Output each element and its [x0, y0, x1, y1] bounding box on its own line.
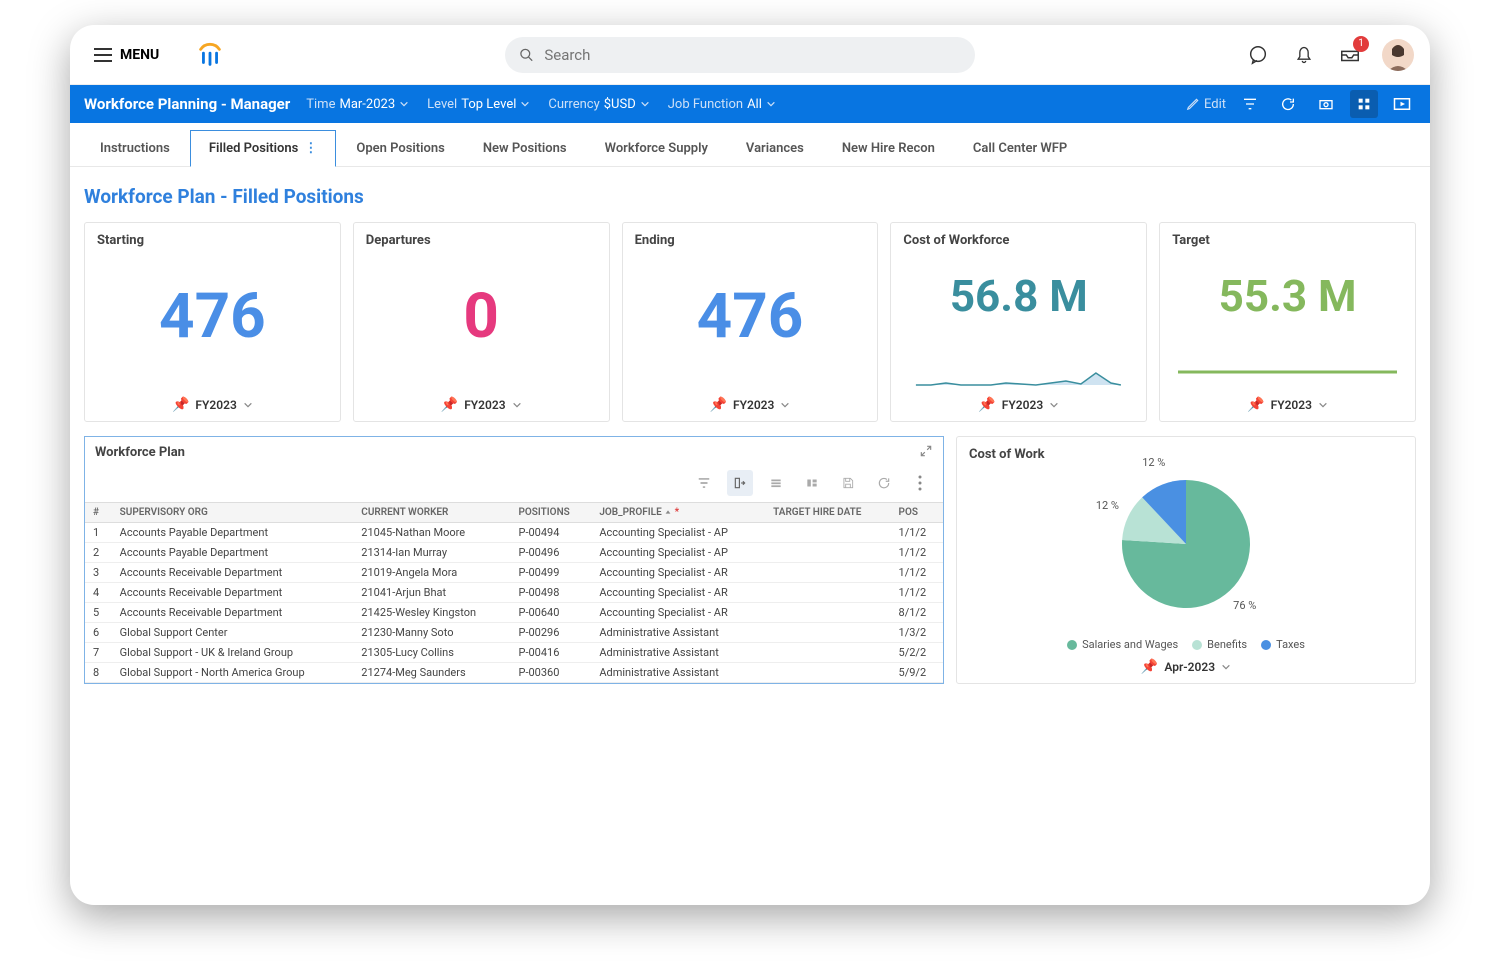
flatline — [1172, 361, 1403, 391]
col-pos[interactable]: POS — [891, 503, 943, 523]
tab-workforce-supply[interactable]: Workforce Supply — [587, 131, 726, 166]
kpi-ending: Ending476 📌 FY2023 — [622, 222, 879, 422]
section-title: Workforce Plan - Filled Positions — [70, 167, 1430, 212]
menu-button[interactable]: MENU — [86, 41, 167, 69]
tab-more-icon[interactable]: ⋮ — [304, 141, 317, 156]
col-target-hire-date[interactable]: TARGET HIRE DATE — [765, 503, 890, 523]
legend-item: Salaries and Wages — [1067, 638, 1178, 651]
filter-icon[interactable] — [1236, 90, 1264, 118]
filter-currency[interactable]: Currency$USD — [548, 97, 649, 112]
tab-filled-positions[interactable]: Filled Positions⋮ — [190, 130, 337, 167]
inbox-badge: 1 — [1353, 36, 1369, 52]
filter-job-function[interactable]: Job FunctionAll — [668, 97, 776, 112]
toolbar-more-icon[interactable] — [907, 470, 933, 496]
kpi-footer[interactable]: 📌 FY2023 — [903, 391, 1134, 415]
search-box[interactable] — [505, 37, 975, 73]
avatar[interactable] — [1382, 39, 1414, 71]
hamburger-icon — [94, 48, 112, 62]
pin-icon: 📌 — [710, 397, 727, 413]
table-row[interactable]: 1Accounts Payable Department21045-Nathan… — [85, 523, 943, 543]
pin-icon: 📌 — [441, 397, 458, 413]
col-positions[interactable]: POSITIONS — [511, 503, 592, 523]
chevron-down-icon — [520, 99, 530, 109]
chevron-down-icon — [640, 99, 650, 109]
table-row[interactable]: 3Accounts Receivable Department21019-Ang… — [85, 563, 943, 583]
notifications-icon[interactable] — [1290, 41, 1318, 69]
toolbar-save-icon[interactable] — [835, 470, 861, 496]
toolbar-columns-icon[interactable] — [763, 470, 789, 496]
table-row[interactable]: 6Global Support Center21230-Manny SotoP-… — [85, 623, 943, 643]
legend-item: Taxes — [1261, 638, 1305, 651]
tab-variances[interactable]: Variances — [728, 131, 822, 166]
kpi-cost-of-workforce: Cost of Workforce56.8 M 📌 FY2023 — [890, 222, 1147, 422]
chevron-down-icon — [1318, 400, 1328, 410]
pie-slice-label: 12 % — [1096, 499, 1119, 512]
menu-label: MENU — [120, 47, 159, 63]
grid-view-icon[interactable] — [1350, 90, 1378, 118]
pencil-icon — [1186, 97, 1200, 111]
refresh-icon[interactable] — [1274, 90, 1302, 118]
col--[interactable]: # — [85, 503, 112, 523]
kpi-footer[interactable]: 📌 FY2023 — [635, 391, 866, 415]
pie-title: Cost of Work — [969, 447, 1403, 462]
cost-of-work-card: Cost of Work 76 % 12 % 12 % Salaries and W… — [956, 436, 1416, 684]
toolbar-refresh-icon[interactable] — [871, 470, 897, 496]
table-row[interactable]: 7Global Support - UK & Ireland Group2130… — [85, 643, 943, 663]
sparkline — [903, 361, 1134, 391]
tab-new-positions[interactable]: New Positions — [465, 131, 585, 166]
workforce-plan-table[interactable]: #SUPERVISORY ORGCURRENT WORKERPOSITIONSJ… — [85, 502, 943, 683]
kpi-footer[interactable]: 📌 FY2023 — [1172, 391, 1403, 415]
chevron-down-icon — [780, 400, 790, 410]
chevron-down-icon[interactable] — [1221, 662, 1231, 672]
chat-icon[interactable] — [1244, 41, 1272, 69]
col-current-worker[interactable]: CURRENT WORKER — [353, 503, 510, 523]
pin-icon: 📌 — [1247, 397, 1264, 413]
expand-icon[interactable] — [919, 443, 933, 462]
edit-button[interactable]: Edit — [1186, 97, 1226, 112]
filter-level[interactable]: LevelTop Level — [427, 97, 530, 112]
tab-call-center-wfp[interactable]: Call Center WFP — [955, 131, 1085, 166]
table-row[interactable]: 4Accounts Receivable Department21041-Arj… — [85, 583, 943, 603]
tab-open-positions[interactable]: Open Positions — [338, 131, 463, 166]
pin-icon: 📌 — [978, 397, 995, 413]
pin-icon: 📌 — [172, 397, 189, 413]
pin-icon: 📌 — [1141, 659, 1158, 675]
pie-slice-label: 76 % — [1233, 599, 1256, 612]
screenshot-icon[interactable] — [1312, 90, 1340, 118]
chevron-down-icon — [1049, 400, 1059, 410]
kpi-footer[interactable]: 📌 FY2023 — [97, 391, 328, 415]
legend-item: Benefits — [1192, 638, 1247, 651]
search-icon — [519, 47, 534, 63]
chevron-down-icon — [243, 400, 253, 410]
col-supervisory-org[interactable]: SUPERVISORY ORG — [112, 503, 354, 523]
search-input[interactable] — [544, 46, 961, 64]
kpi-target: Target55.3 M 📌 FY2023 — [1159, 222, 1416, 422]
table-row[interactable]: 5Accounts Receivable Department21425-Wes… — [85, 603, 943, 623]
filter-time[interactable]: TimeMar-2023 — [306, 97, 409, 112]
page-title: Workforce Planning - Manager — [84, 95, 290, 113]
kpi-footer[interactable]: 📌 FY2023 — [366, 391, 597, 415]
workday-logo[interactable] — [195, 40, 225, 70]
inbox-icon[interactable]: 1 — [1336, 41, 1364, 69]
present-icon[interactable] — [1388, 90, 1416, 118]
col-job-profile[interactable]: JOB_PROFILE — [591, 503, 765, 523]
chevron-down-icon — [399, 99, 409, 109]
workforce-plan-table-card: Workforce Plan #SUPERVISORY ORGCURRENT W… — [84, 436, 944, 684]
tab-instructions[interactable]: Instructions — [82, 131, 188, 166]
table-row[interactable]: 2Accounts Payable Department21314-Ian Mu… — [85, 543, 943, 563]
toolbar-expand-icon[interactable] — [727, 470, 753, 496]
chevron-down-icon — [766, 99, 776, 109]
kpi-starting: Starting476 📌 FY2023 — [84, 222, 341, 422]
pie-footer: Apr-2023 — [1164, 660, 1215, 674]
pie-slice-label: 12 % — [1142, 456, 1165, 469]
toolbar-layout-icon[interactable] — [799, 470, 825, 496]
tab-bar: InstructionsFilled Positions⋮Open Positi… — [70, 123, 1430, 167]
toolbar-filter-icon[interactable] — [691, 470, 717, 496]
tab-new-hire-recon[interactable]: New Hire Recon — [824, 131, 953, 166]
table-title: Workforce Plan — [95, 445, 185, 460]
chevron-down-icon — [512, 400, 522, 410]
table-row[interactable]: 8Global Support - North America Group212… — [85, 663, 943, 683]
kpi-departures: Departures0 📌 FY2023 — [353, 222, 610, 422]
